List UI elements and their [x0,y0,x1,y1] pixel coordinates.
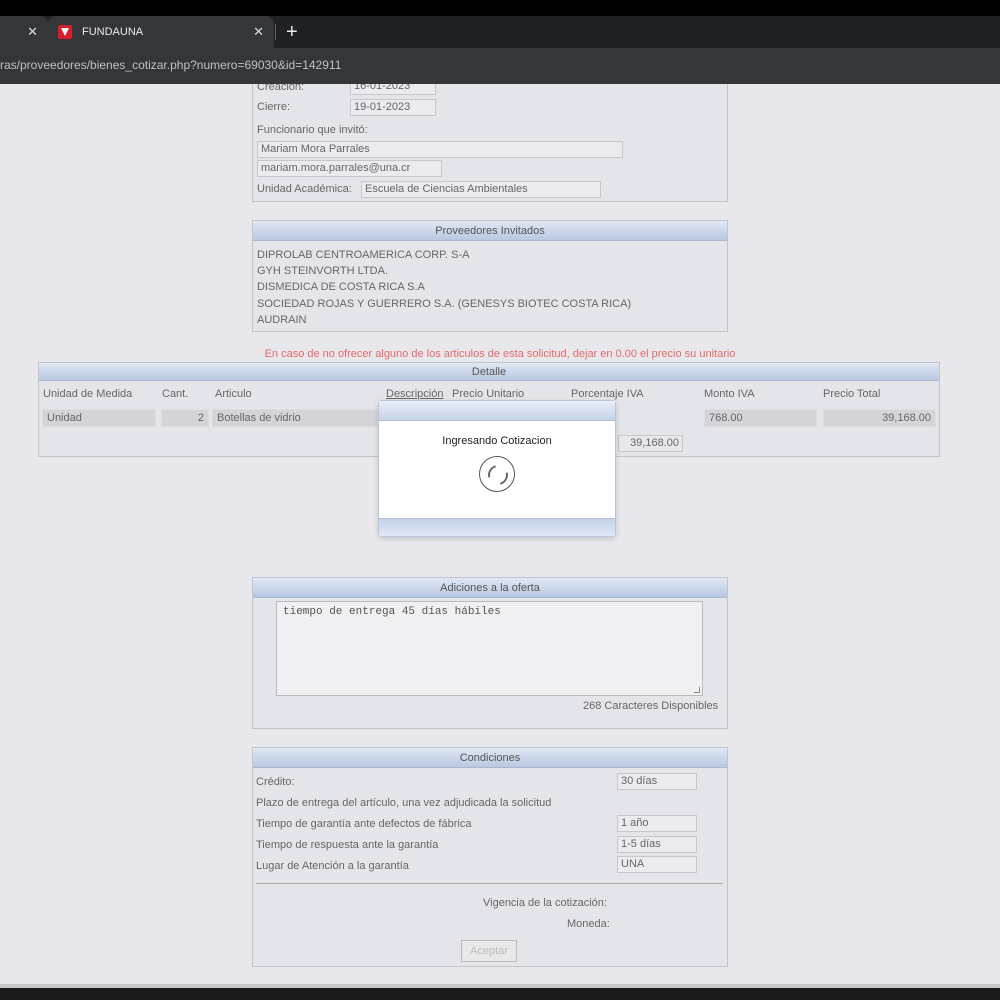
resize-grip-icon[interactable] [694,687,700,693]
info-panel: Creación: 16-01-2023 Cierre: 19-01-2023 … [252,84,728,202]
plazo-label: Plazo de entrega del artículo, una vez a… [256,797,552,809]
creacion-field: 16-01-2023 [350,84,436,95]
lugar-label: Lugar de Atención a la garantía [256,860,409,872]
cell-precio-total: 39,168.00 [823,409,936,427]
proveedor-item: AUDRAIN [257,314,307,326]
header-unidad: Unidad de Medida [43,388,133,400]
garantia-label: Tiempo de garantía ante defectos de fábr… [256,818,472,830]
tab-strip: ✕ FUNDAUNA ✕ [0,16,1000,48]
window-bottom-bar [0,984,1000,1000]
proveedor-item: GYH STEINVORTH LTDA. [257,265,389,277]
funcionario-label: Funcionario que invitó: [257,124,368,136]
tab-divider [275,24,276,40]
creacion-label: Creación: [257,84,305,93]
lugar-field[interactable]: UNA [617,856,697,873]
header-porcentaje-iva: Porcentaje IVA [571,388,644,400]
funcionario-email-field: mariam.mora.parrales@una.cr [257,160,442,177]
dialog-message: Ingresando Cotizacion [442,435,552,447]
respuesta-field[interactable]: 1-5 días [617,836,697,853]
cierre-field: 19-01-2023 [350,99,436,116]
moneda-label: Moneda: [567,918,610,930]
close-icon[interactable]: ✕ [27,24,38,40]
header-precio-unitario: Precio Unitario [452,388,525,400]
header-articulo: Articulo [215,388,252,400]
unidad-label: Unidad Académica: [257,183,352,195]
tab-previous[interactable]: ✕ [0,16,48,48]
chars-remaining: 268 Caracteres Disponibles [583,700,719,712]
proveedor-item: SOCIEDAD ROJAS Y GUERRERO S.A. (GENESYS … [257,298,632,310]
cell-unidad: Unidad [42,409,156,427]
credito-field[interactable]: 30 días [617,773,697,790]
total-field: 39,168.00 [618,435,683,452]
condiciones-divider [256,883,723,884]
header-monto-iva: Monto IVA [704,388,755,400]
proveedor-item: DISMEDICA DE COSTA RICA S.A [257,281,425,293]
respuesta-label: Tiempo de respuesta ante la garantía [256,839,439,851]
fundauna-favicon-icon [58,25,72,39]
header-precio-total: Precio Total [823,388,881,400]
unidad-field: Escuela de Ciencias Ambientales [361,181,601,198]
tab-fundauna[interactable]: FUNDAUNA ✕ [48,16,274,48]
funcionario-name-field: Mariam Mora Parrales [257,141,623,158]
garantia-field[interactable]: 1 año [617,815,697,832]
header-cant: Cant. [162,388,189,400]
header-descripcion[interactable]: Descripción [386,388,443,400]
vigencia-label: Vigencia de la cotización: [483,897,607,909]
condiciones-title: Condiciones [253,748,727,768]
cell-monto-iva: 768.00 [704,409,817,427]
aceptar-button[interactable]: Aceptar [461,940,517,962]
new-tab-icon[interactable]: + [286,20,298,44]
proveedor-item: DIPROLAB CENTROAMERICA CORP. S-A [257,249,470,261]
dialog-footer [379,518,615,536]
loading-dialog: Ingresando Cotizacion [378,400,616,537]
url-text[interactable]: ras/proveedores/bienes_cotizar.php?numer… [0,58,341,72]
dialog-header [379,401,615,421]
page-content: Creación: 16-01-2023 Cierre: 19-01-2023 … [0,84,1000,984]
adiciones-textarea[interactable]: tiempo de entrega 45 días hábiles [276,601,703,696]
cierre-label: Cierre: [257,101,291,113]
credito-label: Crédito: [256,776,295,788]
proveedores-panel: Proveedores Invitados DIPROLAB CENTROAME… [252,220,728,332]
tab-title: FUNDAUNA [82,26,144,38]
window-top-bar [0,0,1000,16]
adiciones-title: Adiciones a la oferta [253,578,727,598]
detalle-title: Detalle [39,363,939,381]
cell-cant: 2 [161,409,209,427]
warning-message: En caso de no ofrecer alguno de los arti… [264,348,736,360]
proveedores-title: Proveedores Invitados [253,221,727,241]
cell-articulo: Botellas de vidrio [212,409,378,427]
close-icon[interactable]: ✕ [253,24,264,40]
spinner-icon [479,456,515,492]
adiciones-text: tiempo de entrega 45 días hábiles [283,606,501,618]
